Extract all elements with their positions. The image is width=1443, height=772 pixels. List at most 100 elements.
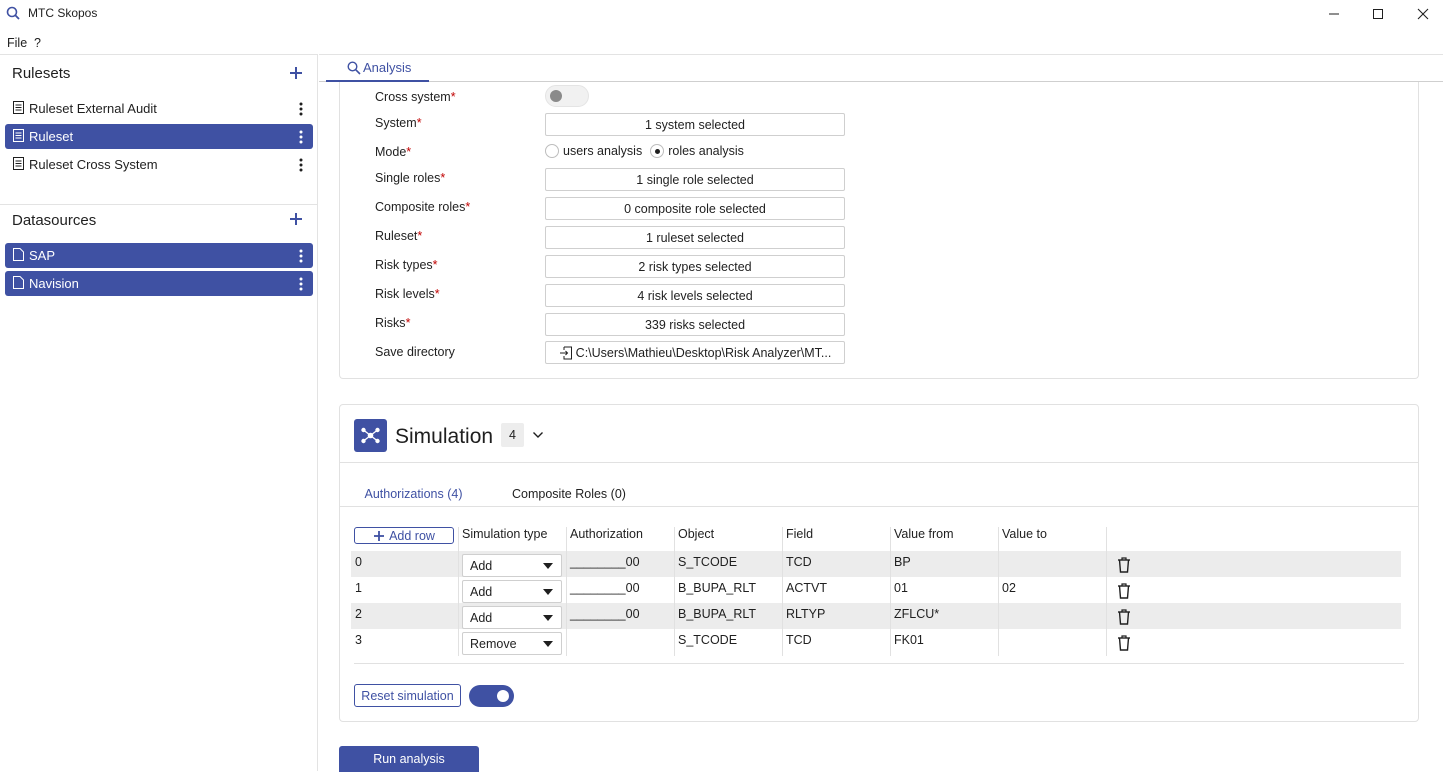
datasource-item-navision[interactable]: Navision [5,271,313,296]
ruleset-item-cross-system[interactable]: Ruleset Cross System [5,152,313,177]
column-separator [1106,527,1107,656]
col-simulation-type: Simulation type [462,527,548,541]
search-icon [347,61,361,75]
close-icon [1417,8,1429,20]
tab-authorizations[interactable]: Authorizations (4) [354,487,473,507]
ruleset-item-label: Ruleset [29,129,74,144]
composite-roles-field[interactable]: 0 composite role selected [545,197,845,220]
kebab-menu-icon[interactable] [299,249,303,263]
authorization-cell: ________00 [570,607,640,621]
sidebar: Rulesets Ruleset External Audit Ruleset … [0,54,318,771]
caret-down-icon [543,589,553,595]
select-value: Add [470,610,493,625]
field-cell: ACTVT [786,581,827,595]
tab-analysis[interactable]: Analysis [326,55,429,82]
reset-simulation-button[interactable]: Reset simulation [354,684,461,707]
ruleset-item-ruleset[interactable]: Ruleset [5,124,313,149]
document-icon [13,128,24,142]
simulation-header-divider [340,462,1418,463]
single-roles-label: Single roles* [375,171,446,185]
subtab-divider [340,506,1418,507]
cross-system-label: Cross system* [375,90,456,104]
menu-help[interactable]: ? [34,36,41,50]
minimize-icon [1329,13,1339,15]
caret-down-icon [543,615,553,621]
users-analysis-label: users analysis [563,144,643,158]
risks-field[interactable]: 339 risks selected [545,313,845,336]
maximize-button[interactable] [1355,0,1401,28]
kebab-menu-icon[interactable] [299,130,303,144]
roles-analysis-label: roles analysis [668,144,744,158]
simulation-type-select[interactable]: Remove [462,632,562,655]
system-field[interactable]: 1 system selected [545,113,845,136]
row-index: 0 [355,555,362,569]
roles-analysis-radio[interactable] [650,144,665,158]
datasource-item-sap[interactable]: SAP [5,243,313,268]
column-separator [458,527,459,656]
document-icon [13,156,24,170]
object-cell: S_TCODE [678,555,738,569]
datasource-item-label: SAP [29,248,56,263]
file-icon [13,275,24,289]
risk-types-label: Risk types* [375,258,438,272]
save-directory-field[interactable]: C:\Users\Mathieu\Desktop\Risk Analyzer\M… [545,341,845,364]
save-directory-value: C:\Users\Mathieu\Desktop\Risk Analyzer\M… [575,345,832,360]
datasource-item-label: Navision [29,276,79,291]
simulation-type-select[interactable]: Add [462,606,562,629]
kebab-menu-icon[interactable] [299,277,303,291]
ruleset-label: Ruleset* [375,229,423,243]
row-index: 1 [355,581,362,595]
table-row: 1 Add ________00 B_BUPA_RLT ACTVT 01 02 [351,577,1401,603]
simulation-type-select[interactable]: Add [462,554,562,577]
kebab-menu-icon[interactable] [299,158,303,172]
analysis-form-card: Cross system* System* 1 system selected … [339,82,1419,379]
add-datasource-icon[interactable] [287,210,305,228]
single-roles-field[interactable]: 1 single role selected [545,168,845,191]
row-index: 2 [355,607,362,621]
mode-label: Mode* [375,145,412,159]
trash-icon[interactable] [1117,635,1131,651]
add-row-button[interactable]: Add row [354,527,454,544]
ruleset-item-external-audit[interactable]: Ruleset External Audit [5,96,313,121]
chevron-down-icon[interactable] [532,429,544,441]
cross-system-toggle[interactable] [545,85,589,107]
trash-icon[interactable] [1117,609,1131,625]
run-analysis-button[interactable]: Run analysis [339,746,479,772]
menu-file[interactable]: File [7,36,27,50]
row-index: 3 [355,633,362,647]
trash-icon[interactable] [1117,583,1131,599]
add-row-label: Add row [389,528,435,543]
network-nodes-icon [361,427,380,444]
minimize-button[interactable] [1311,0,1357,28]
risk-levels-field[interactable]: 4 risk levels selected [545,284,845,307]
sidebar-divider [0,204,318,205]
select-value: Add [470,584,493,599]
document-icon [13,100,24,114]
caret-down-icon [543,563,553,569]
ruleset-item-label: Ruleset External Audit [29,101,157,116]
window-title: MTC Skopos [28,6,98,20]
tab-composite-roles[interactable]: Composite Roles (0) [512,487,626,507]
add-ruleset-icon[interactable] [287,64,305,82]
kebab-menu-icon[interactable] [299,102,303,116]
users-analysis-radio[interactable] [545,144,559,158]
col-authorization: Authorization [570,527,643,541]
select-value: Add [470,558,493,573]
object-cell: B_BUPA_RLT [678,607,757,621]
simulation-toggle[interactable] [469,685,514,707]
simulation-type-select[interactable]: Add [462,580,562,603]
tab-bar: Analysis [319,55,1443,82]
close-button[interactable] [1400,0,1443,28]
file-icon [13,247,24,261]
toggle-knob [550,90,562,102]
simulation-title: Simulation [395,425,494,448]
trash-icon[interactable] [1117,557,1131,573]
column-separator [782,527,783,656]
risk-types-field[interactable]: 2 risk types selected [545,255,845,278]
table-row: 0 Add ________00 S_TCODE TCD BP [351,551,1401,577]
ruleset-field[interactable]: 1 ruleset selected [545,226,845,249]
value-from-cell: FK01 [894,633,924,647]
value-from-cell: ZFLCU* [894,607,940,621]
mode-radio-group: users analysis roles analysis [545,144,744,158]
object-cell: B_BUPA_RLT [678,581,757,595]
